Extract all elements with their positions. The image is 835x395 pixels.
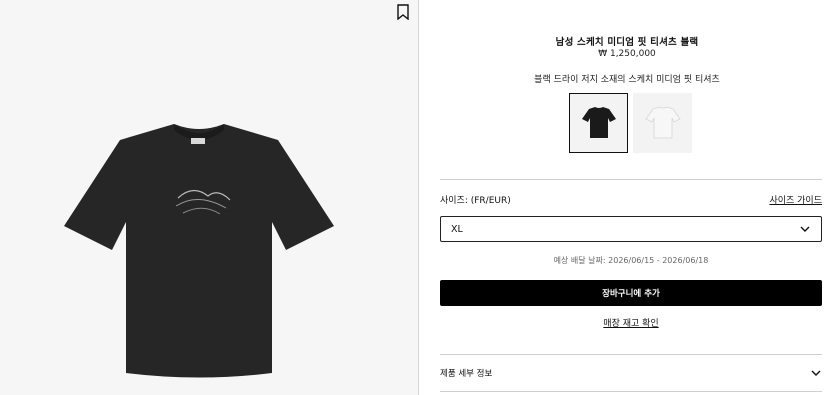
chevron-down-icon bbox=[800, 226, 810, 232]
color-swatch-white[interactable] bbox=[633, 93, 692, 153]
product-details-label: 제품 세부 정보 bbox=[440, 369, 493, 379]
product-details-accordion[interactable]: 제품 세부 정보 bbox=[440, 354, 822, 392]
product-image-panel bbox=[0, 0, 419, 395]
chevron-down-icon bbox=[811, 370, 821, 376]
divider bbox=[440, 179, 822, 180]
product-image bbox=[58, 118, 340, 384]
size-guide-link[interactable]: 사이즈 가이드 bbox=[769, 193, 822, 206]
product-info-panel: 남성 스케치 미디엄 핏 티셔츠 블랙 ₩ 1,250,000 블랙 드라이 저… bbox=[419, 0, 835, 395]
color-swatch-black[interactable] bbox=[569, 93, 628, 153]
product-price: ₩ 1,250,000 bbox=[598, 49, 656, 59]
bookmark-icon[interactable] bbox=[396, 4, 412, 21]
size-select[interactable]: XL bbox=[440, 216, 822, 242]
product-subtitle: 블랙 드라이 저지 소재의 스케치 미디엄 핏 티셔츠 bbox=[534, 75, 720, 85]
size-select-value: XL bbox=[451, 223, 463, 235]
store-stock-link[interactable]: 매장 재고 확인 bbox=[419, 316, 835, 329]
size-label: 사이즈: (FR/EUR) bbox=[440, 196, 511, 206]
product-title: 남성 스케치 미디엄 핏 티셔츠 블랙 bbox=[555, 37, 699, 48]
delivery-estimate: 예상 배달 날짜: 2026/06/15 - 2026/06/18 bbox=[553, 256, 709, 265]
add-to-cart-button[interactable]: 장바구니에 추가 bbox=[440, 280, 822, 306]
